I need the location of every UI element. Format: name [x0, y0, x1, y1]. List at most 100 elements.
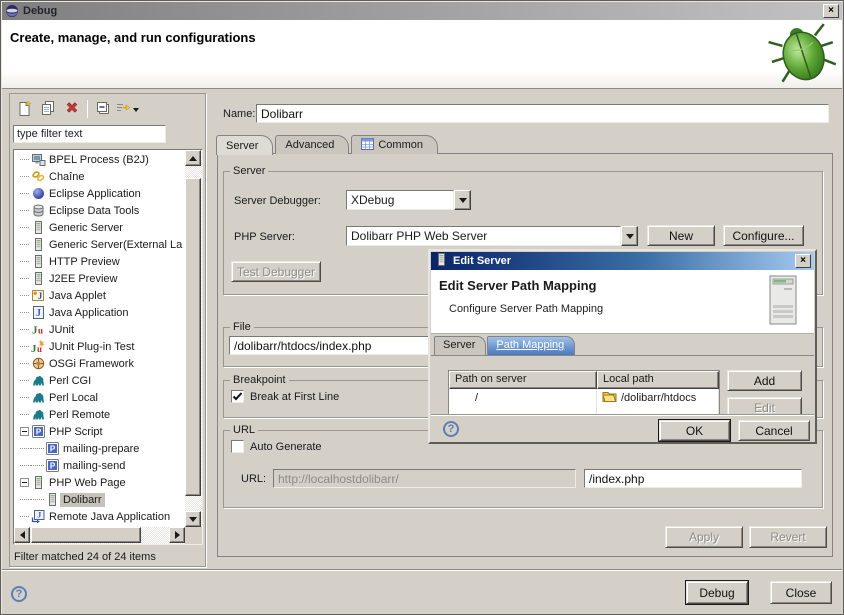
name-input[interactable] [256, 104, 829, 123]
edit-mapping-button[interactable]: Edit [727, 397, 802, 414]
tree-item-perl-cgi[interactable]: Perl CGI [14, 372, 185, 389]
vertical-scroll-thumb[interactable] [185, 178, 201, 496]
filter-input[interactable] [13, 125, 166, 143]
process-icon [30, 152, 46, 167]
tree-item-mailing-send[interactable]: Pmailing-send [14, 457, 185, 474]
tree-item-j2ee-preview[interactable]: J2EE Preview [14, 270, 185, 287]
tree-guide [18, 176, 30, 177]
tree-item-java-applet[interactable]: JJava Applet [14, 287, 185, 304]
toolbar-separator [87, 100, 88, 118]
scroll-left-button[interactable] [14, 527, 30, 543]
java-icon: J [30, 305, 46, 320]
tree-item-junit[interactable]: JuJUnit [14, 321, 185, 338]
cancel-button[interactable]: Cancel [738, 420, 810, 441]
php-icon: P [44, 441, 60, 456]
path-mapping-row[interactable]: //dolibarr/htdocs [449, 389, 719, 407]
close-button[interactable]: Close [770, 581, 832, 604]
tree-item-osgi-framework[interactable]: OSGi Framework [14, 355, 185, 372]
revert-button[interactable]: Revert [749, 526, 827, 548]
dropdown-arrow-icon[interactable] [621, 226, 638, 246]
checkbox-unchecked-icon[interactable] [231, 440, 244, 453]
column-header-path-on-server[interactable]: Path on server [449, 371, 597, 389]
dropdown-arrow-icon[interactable] [454, 190, 471, 210]
tree-guide [18, 159, 30, 160]
dialog-tab-server[interactable]: Server [434, 336, 486, 355]
tree-item-label: Generic Server(External La [46, 238, 185, 252]
checkbox-checked-icon[interactable] [231, 390, 244, 403]
new-launch-config-button[interactable] [12, 98, 36, 120]
new-server-button[interactable]: New [647, 225, 715, 246]
collapse-expander-icon[interactable] [18, 427, 30, 436]
tree-guide [18, 499, 30, 500]
collapse-all-button[interactable] [91, 98, 115, 120]
edit-server-close-button[interactable]: × [795, 254, 811, 268]
apply-button[interactable]: Apply [665, 526, 743, 548]
tab-advanced[interactable]: Advanced [275, 135, 349, 154]
tab-common[interactable]: Common [351, 135, 438, 154]
tree-item-eclipse-application[interactable]: Eclipse Application [14, 185, 185, 202]
add-mapping-button[interactable]: Add [727, 370, 802, 391]
tree-item-php-script[interactable]: PPHP Script [14, 423, 185, 440]
tree-item-cha-ne[interactable]: Chaîne [14, 168, 185, 185]
header-banner: Create, manage, and run configurations [2, 20, 842, 89]
tree-item-remote-java-application[interactable]: JRemote Java Application [14, 508, 185, 525]
url-path-input[interactable] [584, 469, 802, 488]
filter-configs-button[interactable] [115, 98, 139, 120]
window-titlebar[interactable]: Debug × [2, 2, 842, 20]
edit-server-dialog: Edit Server × Edit Server Path Mapping C… [428, 249, 817, 444]
scrollbar-corner [185, 527, 202, 544]
edit-server-titlebar[interactable]: Edit Server × [431, 252, 814, 270]
dialog-tab-path-mapping[interactable]: Path Mapping [487, 336, 575, 355]
tree-item-perl-remote[interactable]: Perl Remote [14, 406, 185, 423]
tree-vertical-scrollbar[interactable] [185, 150, 202, 527]
tree-item-label: J2EE Preview [46, 272, 120, 286]
dialog-help-button[interactable]: ? [443, 421, 459, 437]
tree-item-php-web-page[interactable]: PHP Web Page [14, 474, 185, 491]
tree-item-generic-server[interactable]: Generic Server [14, 219, 185, 236]
tree-horizontal-scrollbar[interactable] [14, 527, 185, 544]
path-mapping-content: Path on serverLocal path//dolibarr/htdoc… [431, 355, 814, 414]
breakpoint-group-legend: Breakpoint [230, 374, 289, 386]
tab-server[interactable]: Server [216, 135, 273, 155]
help-button[interactable]: ? [11, 586, 27, 602]
tree-item-label: HTTP Preview [46, 255, 123, 269]
tree-item-label: OSGi Framework [46, 357, 137, 371]
table-header-row: Path on serverLocal path [449, 371, 719, 389]
tree-item-perl-local[interactable]: Perl Local [14, 389, 185, 406]
scroll-down-button[interactable] [185, 511, 201, 527]
delete-config-button[interactable] [60, 98, 84, 120]
duplicate-config-button[interactable] [36, 98, 60, 120]
test-debugger-button[interactable]: Test Debugger [231, 261, 321, 282]
debug-configurations-window: Debug × Create, manage, and run configur… [0, 0, 844, 615]
window-close-button[interactable]: × [823, 4, 839, 18]
dialog-heading: Edit Server Path Mapping [439, 278, 596, 293]
tree-item-bpel-process-b2j[interactable]: BPEL Process (B2J) [14, 151, 185, 168]
tree-guide [18, 329, 30, 330]
tree-item-junit-plug-in-test[interactable]: JuJUnit Plug-in Test [14, 338, 185, 355]
ok-button[interactable]: OK [659, 420, 730, 441]
php-icon: P [30, 424, 46, 439]
tree-item-label: JUnit Plug-in Test [46, 340, 137, 354]
tree-item-http-preview[interactable]: HTTP Preview [14, 253, 185, 270]
auto-generate-checkbox[interactable]: Auto Generate [231, 440, 322, 453]
break-first-line-label: Break at First Line [250, 391, 339, 403]
php-server-select[interactable]: Dolibarr PHP Web Server [346, 226, 638, 246]
tree-guide [18, 414, 30, 415]
tree-item-eclipse-data-tools[interactable]: Eclipse Data Tools [14, 202, 185, 219]
url-base-input [273, 469, 576, 488]
tree-item-dolibarr[interactable]: Dolibarr [14, 491, 185, 508]
server-debugger-select[interactable]: XDebug [346, 190, 471, 210]
configure-server-button[interactable]: Configure... [723, 225, 804, 246]
horizontal-scroll-thumb[interactable] [31, 527, 141, 543]
column-header-local-path[interactable]: Local path [597, 371, 719, 389]
tree-item-generic-server-external-la[interactable]: Generic Server(External La [14, 236, 185, 253]
tree-item-mailing-prepare[interactable]: Pmailing-prepare [14, 440, 185, 457]
tree-item-label: Perl CGI [46, 374, 94, 388]
scroll-up-button[interactable] [185, 150, 201, 166]
break-first-line-checkbox[interactable]: Break at First Line [231, 390, 339, 403]
db-icon [30, 203, 46, 218]
tree-item-java-application[interactable]: JJava Application [14, 304, 185, 321]
debug-button[interactable]: Debug [686, 581, 748, 604]
collapse-expander-icon[interactable] [18, 478, 30, 487]
scroll-right-button[interactable] [169, 527, 185, 543]
